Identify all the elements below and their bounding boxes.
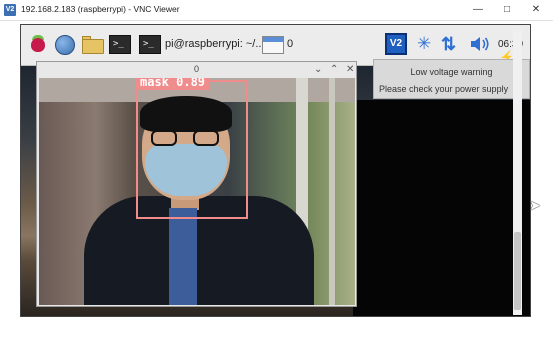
minimize-button[interactable]: — [465, 0, 491, 20]
notification-body: Please check your power supply [379, 84, 509, 94]
scrollbar-thumb[interactable] [514, 232, 521, 310]
camera-feed: mask 0.89 [39, 78, 355, 305]
window-task-icon[interactable] [262, 36, 284, 54]
desktop-dark-area [353, 100, 530, 316]
vnc-tray-icon[interactable]: V2 [385, 33, 407, 55]
raspberry-menu-icon[interactable] [27, 35, 49, 55]
window-title: 192.168.2.183 (raspberrypi) - VNC Viewer [21, 4, 180, 14]
close-icon[interactable]: ✕ [346, 63, 354, 77]
remote-desktop[interactable]: >_ >_ pi@raspberrypi: ~/... 0 V2 ✳ ⇅ 06:… [20, 24, 531, 317]
terminal-task-icon[interactable]: >_ [139, 35, 161, 54]
window-task-label[interactable]: 0 [287, 38, 293, 50]
terminal-icon[interactable]: >_ [109, 35, 131, 54]
web-browser-icon[interactable] [55, 35, 77, 55]
camera-window-titlebar[interactable]: 0 ⌄ ⌃ ✕ [37, 62, 356, 78]
close-button[interactable]: ✕ [523, 0, 549, 20]
low-voltage-notification[interactable]: Low voltage warning Please check your po… [373, 59, 530, 99]
maximize-button[interactable]: □ [494, 0, 520, 20]
volume-icon[interactable] [469, 35, 491, 53]
vnc-logo-icon: V2 [4, 4, 16, 16]
chevron-down-icon[interactable]: ⌄ [314, 63, 322, 77]
chevron-up-icon[interactable]: ⌃ [330, 63, 338, 77]
detection-label: mask 0.89 [136, 78, 210, 90]
camera-window-title: 0 [193, 64, 199, 74]
file-manager-icon[interactable] [82, 35, 104, 55]
detection-box [136, 80, 248, 219]
mouse-cursor-icon: ➤ [529, 197, 541, 213]
notification-title: Low voltage warning [410, 67, 493, 77]
bluetooth-icon[interactable]: ✳ [417, 34, 431, 54]
network-icon[interactable]: ⇅ [441, 33, 456, 55]
vertical-scrollbar[interactable] [513, 30, 522, 315]
camera-window: 0 ⌄ ⌃ ✕ mask 0.89 [36, 61, 357, 307]
vnc-titlebar: V2 192.168.2.183 (raspberrypi) - VNC Vie… [0, 0, 553, 21]
terminal-task-label[interactable]: pi@raspberrypi: ~/... [165, 38, 265, 50]
